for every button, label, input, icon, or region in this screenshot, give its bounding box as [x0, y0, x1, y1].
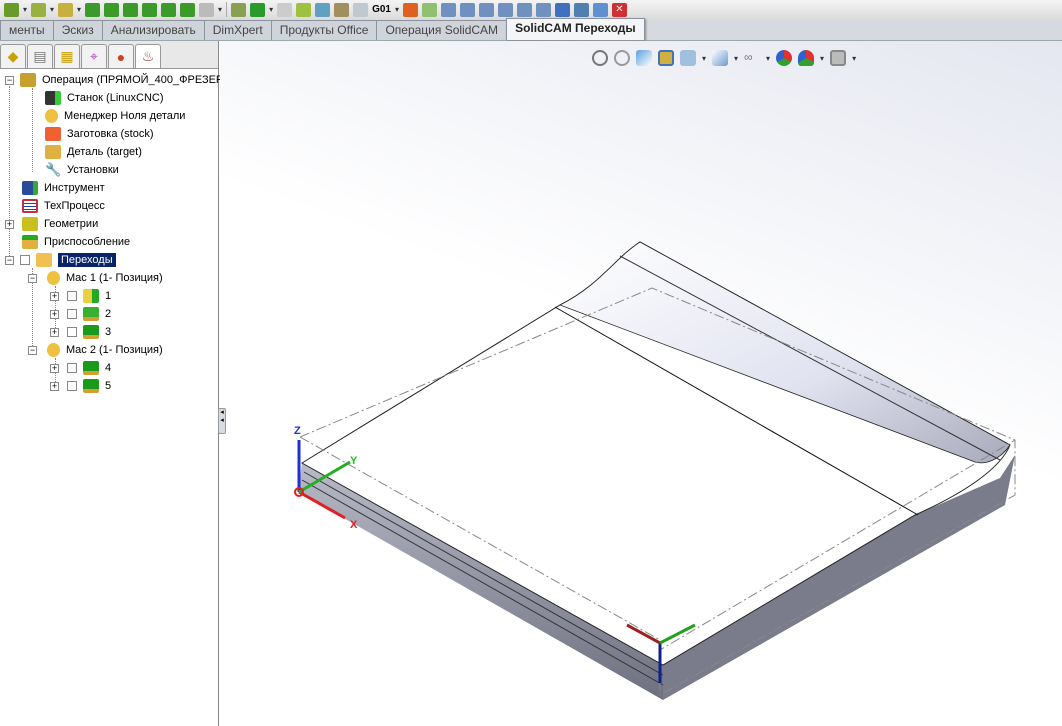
- part-model[interactable]: Z X Y: [0, 0, 1062, 726]
- y-axis-label: Y: [350, 455, 358, 467]
- x-axis-label: X: [350, 519, 358, 531]
- z-axis-label: Z: [294, 425, 301, 437]
